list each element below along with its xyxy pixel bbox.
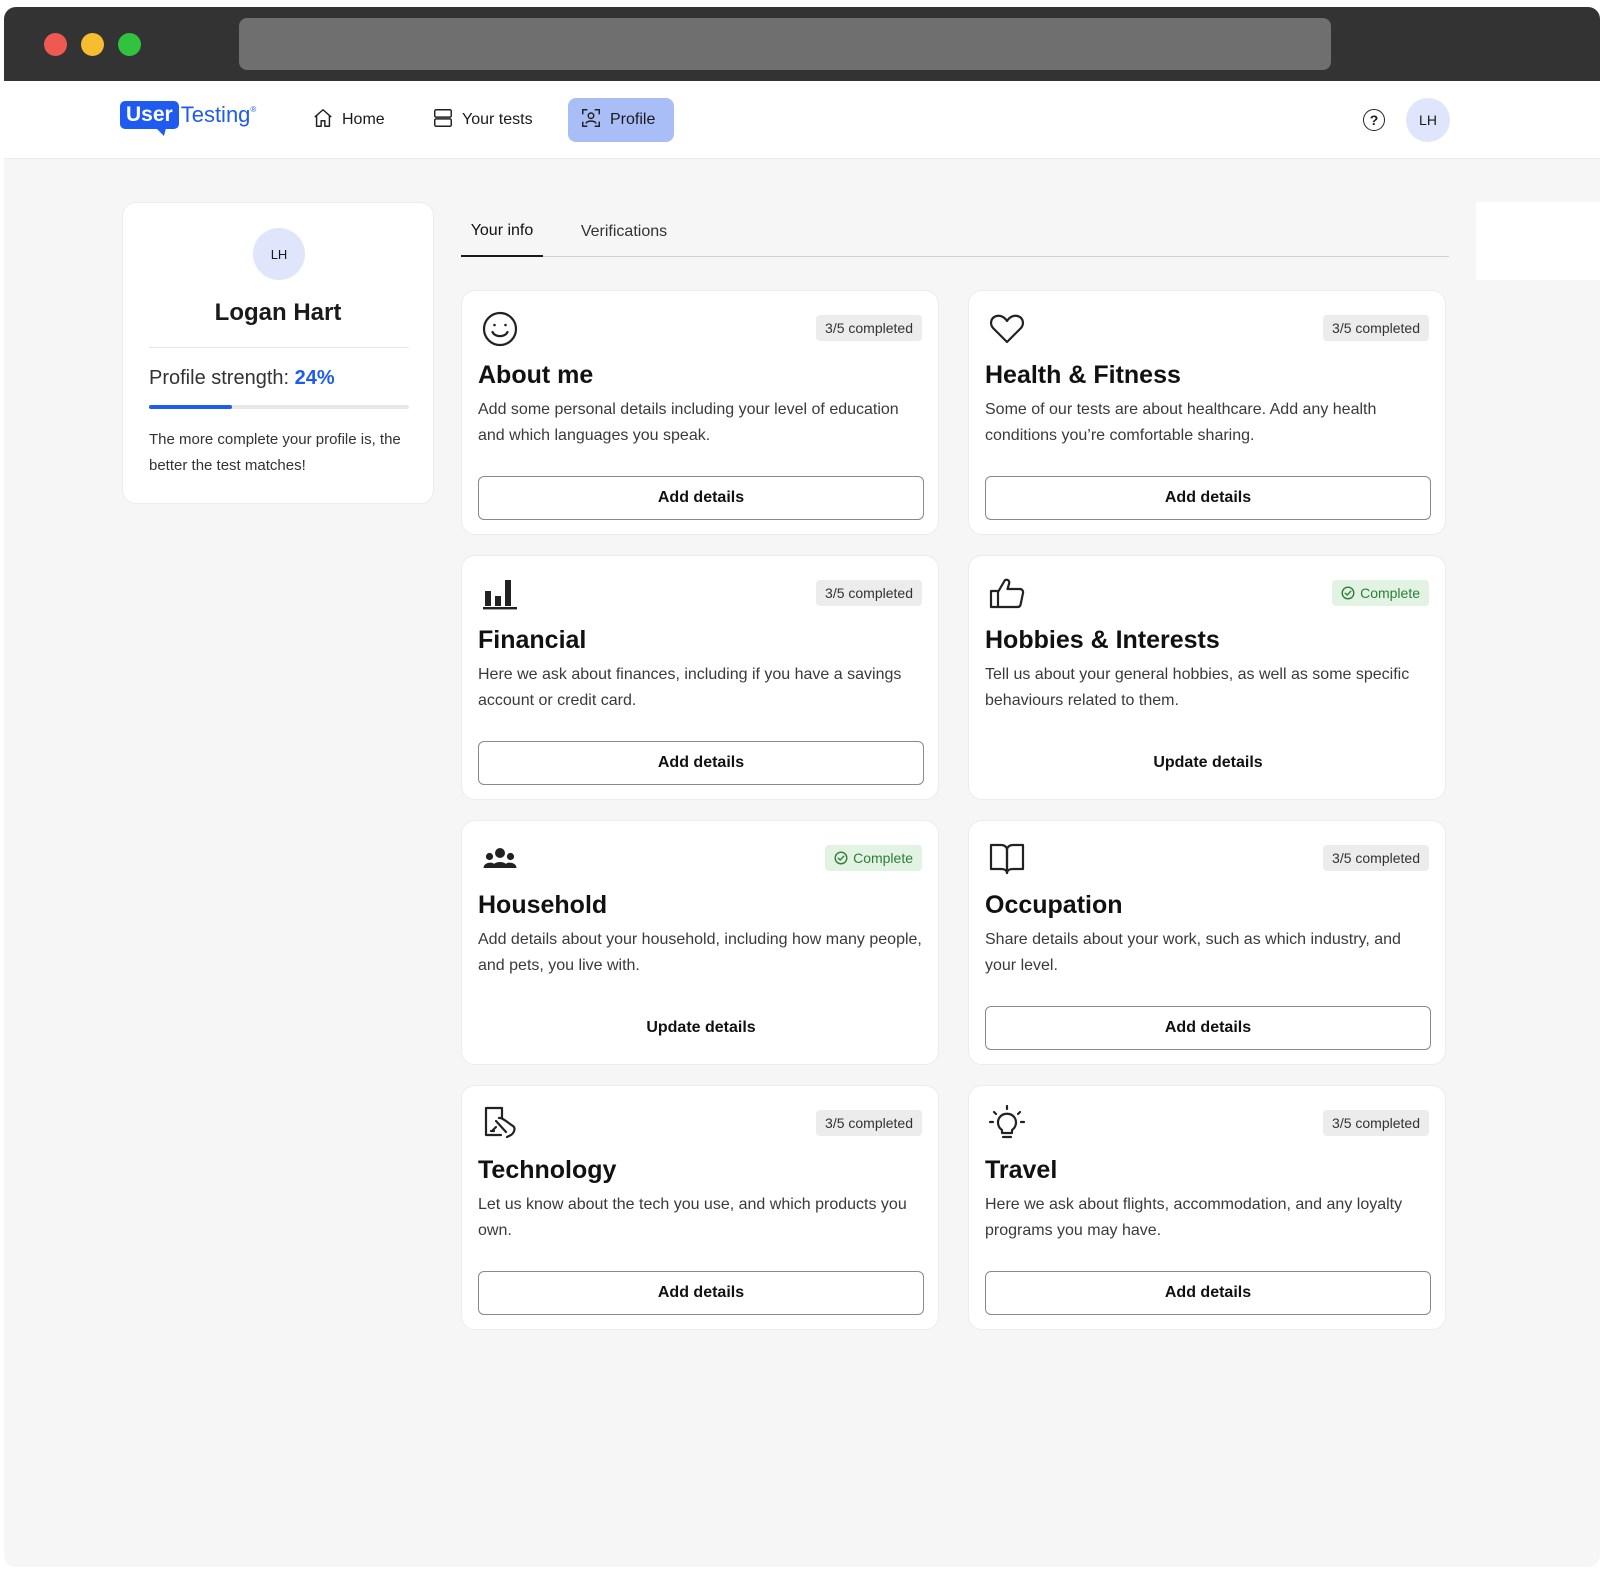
add-details-button[interactable]: Add details	[985, 1006, 1431, 1050]
maximize-window-dot[interactable]	[118, 33, 141, 56]
status-badge: 3/5 completed	[1323, 1110, 1429, 1136]
nav-your-tests-label: Your tests	[462, 111, 533, 128]
nav-profile[interactable]: Profile	[568, 98, 674, 142]
category-card-occupation: 3/5 completed Occupation Share details a…	[968, 820, 1446, 1065]
add-details-button[interactable]: Add details	[478, 1271, 924, 1315]
category-description: Some of our tests are about healthcare. …	[985, 401, 1377, 444]
lightbulb-icon	[987, 1104, 1027, 1144]
category-card-health-fitness: 3/5 completed Health & Fitness Some of o…	[968, 290, 1446, 535]
usertesting-logo[interactable]: User Testing ®	[120, 101, 256, 141]
profile-strength: Profile strength: 24%	[149, 367, 335, 390]
add-details-button[interactable]: Add details	[478, 476, 924, 520]
avatar: LH	[253, 228, 305, 280]
people-icon	[480, 839, 520, 879]
profile-tabs: Your info Verifications	[461, 210, 1449, 257]
profile-strength-fill	[149, 405, 232, 409]
nav-home[interactable]: Home	[300, 98, 397, 142]
status-badge-label: Complete	[853, 850, 913, 866]
phone-touch-icon	[480, 1104, 520, 1144]
category-title: Travel	[985, 1156, 1058, 1184]
top-navigation: User Testing ® Home Your tests Profile ?…	[4, 81, 1600, 159]
category-card-travel: 3/5 completed Travel Here we ask about f…	[968, 1085, 1446, 1330]
address-bar[interactable]	[239, 18, 1331, 70]
profile-strength-label: Profile strength:	[149, 367, 290, 389]
user-avatar-button[interactable]: LH	[1406, 98, 1450, 142]
category-title: Household	[478, 891, 608, 919]
logo-trademark: ®	[250, 105, 257, 114]
tab-verifications[interactable]: Verifications	[571, 210, 677, 257]
check-circle-icon	[1341, 586, 1355, 600]
update-details-button[interactable]: Update details	[478, 1006, 924, 1050]
add-details-button[interactable]: Add details	[985, 476, 1431, 520]
heart-icon	[987, 309, 1027, 349]
status-badge: 3/5 completed	[816, 580, 922, 606]
category-title: Health & Fitness	[985, 361, 1181, 389]
status-badge: Complete	[1332, 580, 1429, 606]
status-badge: Complete	[825, 845, 922, 871]
category-description: Let us know about the tech you use, and …	[478, 1196, 907, 1239]
profile-name: Logan Hart	[214, 299, 342, 326]
browser-chrome	[4, 7, 1600, 81]
help-icon[interactable]: ?	[1363, 109, 1385, 131]
status-badge: 3/5 completed	[1323, 315, 1429, 341]
category-title: About me	[478, 361, 594, 389]
nav-your-tests[interactable]: Your tests	[420, 98, 545, 142]
logo-testing-text: Testing	[180, 102, 251, 127]
category-description: Here we ask about finances, including if…	[478, 666, 902, 709]
tab-your-info[interactable]: Your info	[461, 210, 543, 257]
category-title: Occupation	[985, 891, 1123, 919]
logo-user-mark: User	[120, 101, 179, 136]
side-panel-edge	[1476, 202, 1600, 280]
category-card-about-me: 3/5 completed About me Add some personal…	[461, 290, 939, 535]
add-details-button[interactable]: Add details	[985, 1271, 1431, 1315]
smiley-icon	[480, 309, 520, 349]
profile-icon	[580, 107, 602, 134]
minimize-window-dot[interactable]	[81, 33, 104, 56]
close-window-dot[interactable]	[44, 33, 67, 56]
profile-strength-note: The more complete your profile is, the b…	[149, 431, 401, 474]
update-details-button[interactable]: Update details	[985, 741, 1431, 785]
category-card-hobbies-interests: Complete Hobbies & Interests Tell us abo…	[968, 555, 1446, 800]
category-card-household: Complete Household Add details about you…	[461, 820, 939, 1065]
category-title: Technology	[478, 1156, 617, 1184]
check-circle-icon	[834, 851, 848, 865]
tests-icon	[432, 107, 454, 134]
category-description: Add some personal details including your…	[478, 401, 899, 444]
status-badge-label: Complete	[1360, 585, 1420, 601]
category-description: Here we ask about flights, accommodation…	[985, 1196, 1403, 1239]
add-details-button[interactable]: Add details	[478, 741, 924, 785]
status-badge: 3/5 completed	[1323, 845, 1429, 871]
home-icon	[312, 107, 334, 134]
category-description: Add details about your household, includ…	[478, 931, 922, 974]
status-badge: 3/5 completed	[816, 1110, 922, 1136]
browser-window: User Testing ® Home Your tests Profile ?…	[4, 7, 1600, 1567]
category-description: Share details about your work, such as w…	[985, 931, 1401, 974]
profile-summary-card: LH Logan Hart Profile strength: 24% The …	[122, 202, 434, 504]
profile-strength-value: 24%	[294, 367, 335, 389]
profile-strength-bar	[149, 405, 409, 409]
category-title: Financial	[478, 626, 587, 654]
nav-profile-label: Profile	[610, 111, 656, 128]
category-card-technology: 3/5 completed Technology Let us know abo…	[461, 1085, 939, 1330]
nav-home-label: Home	[342, 111, 385, 128]
category-card-financial: 3/5 completed Financial Here we ask abou…	[461, 555, 939, 800]
status-badge: 3/5 completed	[816, 315, 922, 341]
category-description: Tell us about your general hobbies, as w…	[985, 666, 1410, 709]
book-icon	[987, 839, 1027, 879]
thumbs-up-icon	[987, 574, 1027, 614]
category-title: Hobbies & Interests	[985, 626, 1220, 654]
bar-chart-icon	[480, 574, 520, 614]
divider	[149, 347, 409, 348]
